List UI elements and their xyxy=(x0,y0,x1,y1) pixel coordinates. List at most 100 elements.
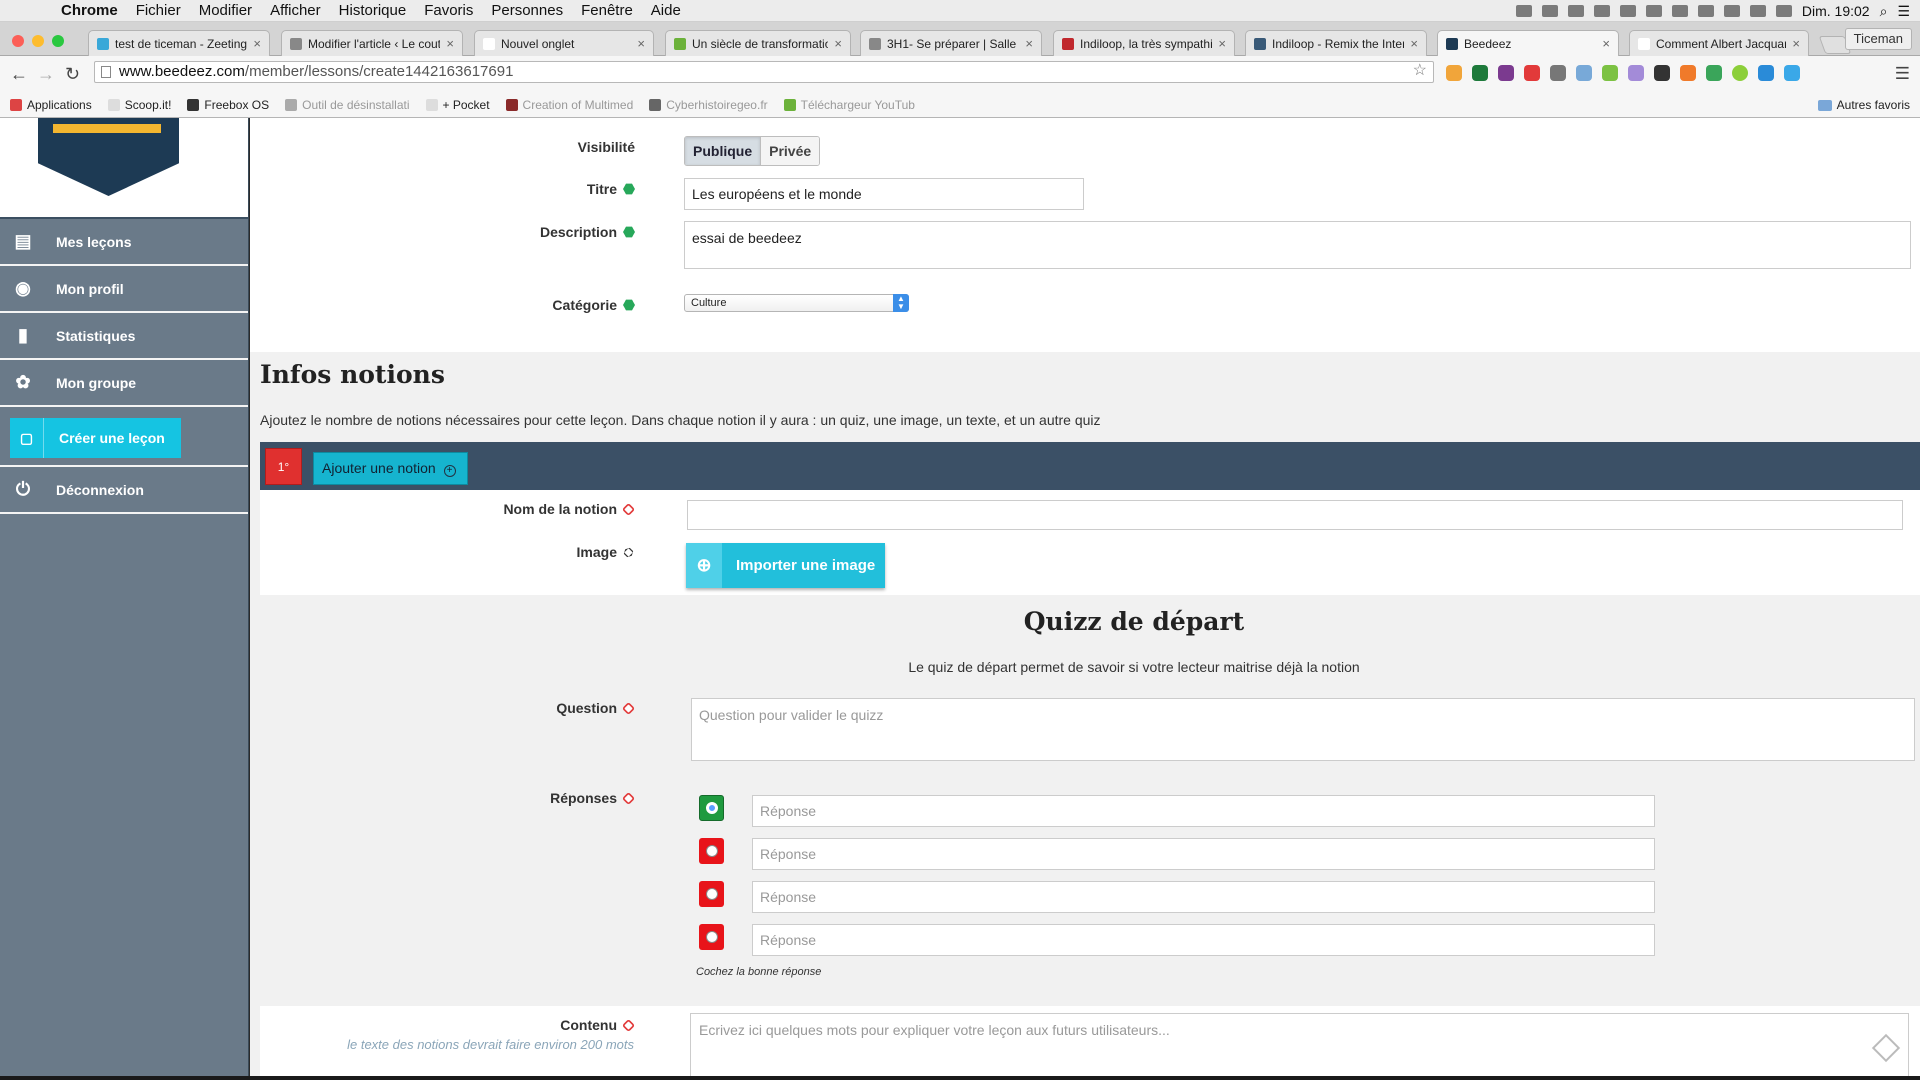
browser-tab[interactable]: Modifier l'article ‹ Le coutela × xyxy=(281,30,463,56)
pencil-icon[interactable] xyxy=(1871,1033,1901,1063)
eject-icon[interactable] xyxy=(1671,5,1688,17)
forward-icon[interactable]: → xyxy=(37,64,55,85)
bookmark-item[interactable]: Téléchargeur YouTub xyxy=(783,98,915,112)
extension-icon[interactable] xyxy=(1550,65,1566,81)
clock[interactable]: Dim. 19:02 xyxy=(1802,3,1870,19)
close-window-icon[interactable] xyxy=(12,35,24,47)
other-bookmarks[interactable]: Autres favoris xyxy=(1817,98,1910,112)
sidebar-item-mon-groupe[interactable]: ✿ Mon groupe xyxy=(0,360,248,407)
zoom-window-icon[interactable] xyxy=(52,35,64,47)
create-lesson-button[interactable]: ▢ Créer une leçon xyxy=(10,418,181,458)
sidebar-item-mes-lecons[interactable]: ▤ Mes leçons xyxy=(0,219,248,266)
onenote-icon[interactable] xyxy=(1498,65,1514,81)
extension-icon[interactable] xyxy=(1524,65,1540,81)
extension-icon[interactable] xyxy=(1758,65,1774,81)
menu-personnes[interactable]: Personnes xyxy=(482,2,572,19)
bookmark-item[interactable]: Scoop.it! xyxy=(107,98,171,112)
bookmark-item[interactable]: Cyberhistoiregeo.fr xyxy=(649,98,768,112)
question-textarea[interactable]: Question pour valider le quizz xyxy=(691,698,1915,761)
bookmark-item[interactable]: + Pocket xyxy=(425,98,490,112)
extension-icon[interactable] xyxy=(1680,65,1696,81)
sidebar-item-statistiques[interactable]: ▮ Statistiques xyxy=(0,313,248,360)
menu-historique[interactable]: Historique xyxy=(330,2,416,19)
sidebar-item-mon-profil[interactable]: ◉ Mon profil xyxy=(0,266,248,313)
extension-icon[interactable] xyxy=(1602,65,1618,81)
display-icon[interactable] xyxy=(1645,5,1662,17)
extension-icon[interactable] xyxy=(1732,65,1748,81)
close-tab-icon[interactable]: × xyxy=(1602,36,1610,51)
camera-icon[interactable] xyxy=(1576,65,1592,81)
close-tab-icon[interactable]: × xyxy=(446,36,454,51)
close-tab-icon[interactable]: × xyxy=(834,36,842,51)
browser-tab[interactable]: Beedeez × xyxy=(1437,30,1619,56)
bookmark-item[interactable]: Outil de désinstallati xyxy=(285,98,410,112)
extension-icon[interactable] xyxy=(1446,65,1462,81)
notion-number-tab[interactable]: 1° xyxy=(265,448,302,485)
answer-radio-2[interactable] xyxy=(699,838,724,864)
close-tab-icon[interactable]: × xyxy=(1218,36,1226,51)
category-select[interactable]: Culture ▲ ▼ xyxy=(684,294,909,312)
visibility-private-button[interactable]: Privée xyxy=(761,137,820,165)
spotlight-icon[interactable]: ⌕ xyxy=(1880,3,1888,20)
bluetooth-icon[interactable] xyxy=(1723,5,1740,17)
extension-icon[interactable] xyxy=(1706,65,1722,81)
browser-tab[interactable]: 3H1- Se préparer | Salle 11: × xyxy=(860,30,1042,56)
add-notion-button[interactable]: Ajouter une notion + xyxy=(313,452,468,485)
description-textarea[interactable]: essai de beedeez xyxy=(684,221,1911,269)
pen-icon[interactable] xyxy=(1628,65,1644,81)
wifi-icon[interactable] xyxy=(1749,5,1766,17)
menu-favoris[interactable]: Favoris xyxy=(415,2,482,19)
menu-afficher[interactable]: Afficher xyxy=(261,2,330,19)
browser-tab[interactable]: Comment Albert Jacquard a × xyxy=(1629,30,1809,56)
answer-input-1[interactable]: Réponse xyxy=(752,795,1655,827)
back-icon[interactable]: ← xyxy=(10,64,28,85)
volume-icon[interactable] xyxy=(1775,5,1792,17)
profile-button[interactable]: Ticeman xyxy=(1844,28,1912,50)
browser-tab[interactable]: Nouvel onglet × xyxy=(474,30,654,56)
close-tab-icon[interactable]: × xyxy=(637,36,645,51)
bookmark-item[interactable]: Freebox OS xyxy=(187,98,269,112)
answer-radio-4[interactable] xyxy=(699,924,724,950)
menu-modifier[interactable]: Modifier xyxy=(190,2,261,19)
extension-icon[interactable] xyxy=(1784,65,1800,81)
answer-radio-1[interactable] xyxy=(699,795,724,821)
notification-center-icon[interactable]: ☰ xyxy=(1897,3,1910,20)
sidebar-item-deconnexion[interactable]: ⏻ Déconnexion xyxy=(0,467,248,514)
visibility-public-button[interactable]: Publique xyxy=(685,137,762,165)
bookmark-star-icon[interactable]: ☆ xyxy=(1413,61,1427,81)
answer-input-4[interactable]: Réponse xyxy=(752,924,1655,956)
content-textarea[interactable]: Ecrivez ici quelques mots pour expliquer… xyxy=(690,1013,1909,1076)
answer-input-3[interactable]: Réponse xyxy=(752,881,1655,913)
time-machine-icon[interactable] xyxy=(1697,5,1714,17)
bell-icon[interactable] xyxy=(1619,5,1636,17)
close-tab-icon[interactable]: × xyxy=(1025,36,1033,51)
close-tab-icon[interactable]: × xyxy=(1792,36,1800,51)
notion-name-input[interactable] xyxy=(687,500,1903,530)
cloud-icon[interactable] xyxy=(1593,5,1610,17)
bookmark-item[interactable]: Creation of Multimed xyxy=(505,98,633,112)
drive-icon[interactable] xyxy=(1567,5,1584,17)
menu-chrome[interactable]: Chrome xyxy=(52,2,127,19)
browser-tab[interactable]: Un siècle de transformation × xyxy=(665,30,851,56)
extension-icon[interactable] xyxy=(1472,65,1488,81)
browser-tab[interactable]: Indiloop, la très sympathiqu × xyxy=(1053,30,1235,56)
chrome-menu-icon[interactable]: ☰ xyxy=(1895,64,1910,84)
menu-fichier[interactable]: Fichier xyxy=(127,2,190,19)
close-tab-icon[interactable]: × xyxy=(253,36,261,51)
bookmark-item[interactable]: Applications xyxy=(10,98,92,112)
dropbox-icon[interactable] xyxy=(1515,5,1532,17)
menu-fenetre[interactable]: Fenêtre xyxy=(572,2,642,19)
browser-tab[interactable]: Indiloop - Remix the Interne × xyxy=(1245,30,1427,56)
browser-tab[interactable]: test de ticeman - Zeetings × xyxy=(88,30,270,56)
menu-aide[interactable]: Aide xyxy=(642,2,690,19)
adobe-icon[interactable] xyxy=(1541,5,1558,17)
minimize-window-icon[interactable] xyxy=(32,35,44,47)
extension-icon[interactable] xyxy=(1654,65,1670,81)
close-tab-icon[interactable]: × xyxy=(1410,36,1418,51)
title-input[interactable]: Les européens et le monde xyxy=(684,178,1084,210)
answer-radio-3[interactable] xyxy=(699,881,724,907)
answer-input-2[interactable]: Réponse xyxy=(752,838,1655,870)
address-bar[interactable]: www.beedeez.com/member/lessons/create144… xyxy=(94,61,1434,83)
import-image-button[interactable]: ⊕ Importer une image xyxy=(686,543,885,588)
reload-icon[interactable]: ↻ xyxy=(65,64,80,85)
